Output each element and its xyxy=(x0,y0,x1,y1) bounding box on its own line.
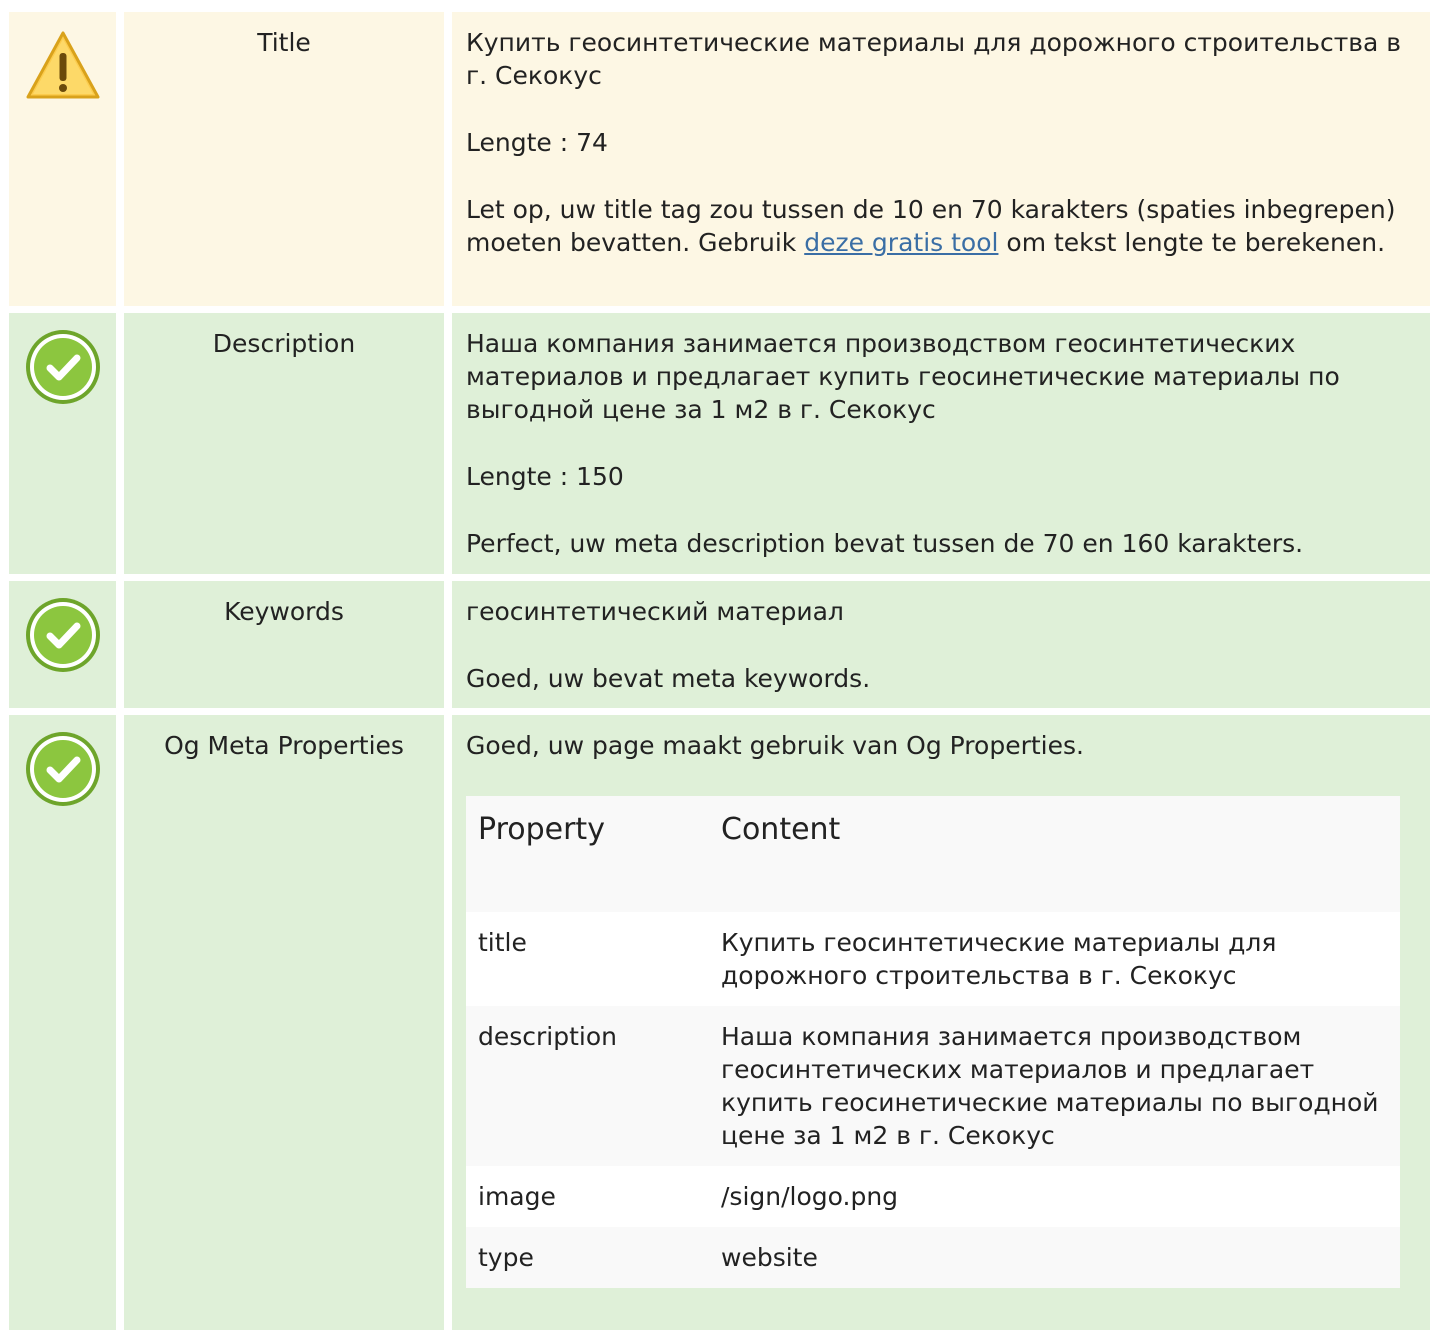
og-note: Goed, uw page maakt gebruik van Og Prope… xyxy=(466,731,1084,760)
keywords-value: геосинтетический материал xyxy=(466,597,844,626)
content-cell: Наша компания занимается производством г… xyxy=(709,1006,1400,1166)
content-cell: website xyxy=(709,1227,1400,1288)
table-row: type website xyxy=(466,1227,1400,1288)
table-row: image /sign/logo.png xyxy=(466,1166,1400,1227)
description-value: Наша компания занимается производством г… xyxy=(466,329,1340,424)
table-row: description Наша компания занимается про… xyxy=(466,1006,1400,1166)
row-label: Keywords xyxy=(124,581,444,708)
row-value: Купить геосинтетические материалы для до… xyxy=(452,12,1430,306)
title-length: Lengte : 74 xyxy=(466,128,608,157)
description-length: Lengte : 150 xyxy=(466,462,624,491)
status-cell xyxy=(9,12,116,306)
property-cell: description xyxy=(466,1006,709,1166)
row-label: Og Meta Properties xyxy=(124,715,444,1330)
property-cell: type xyxy=(466,1227,709,1288)
report-row-title: Title Купить геосинтетические материалы … xyxy=(0,12,1430,306)
warning-triangle-icon xyxy=(24,27,102,105)
title-note-text-end: om tekst lengte te berekenen. xyxy=(998,228,1386,257)
status-cell xyxy=(9,581,116,708)
check-circle-icon xyxy=(24,730,102,808)
check-circle-icon xyxy=(24,328,102,406)
row-value: Goed, uw page maakt gebruik van Og Prope… xyxy=(452,715,1430,1330)
description-note: Perfect, uw meta description bevat tusse… xyxy=(466,529,1304,558)
property-cell: image xyxy=(466,1166,709,1227)
row-label: Title xyxy=(124,12,444,306)
report-row-og-properties: Og Meta Properties Goed, uw page maakt g… xyxy=(0,715,1430,1330)
column-header-property: Property xyxy=(466,796,709,912)
report-row-keywords: Keywords геосинтетический материал Goed,… xyxy=(0,581,1430,708)
content-cell: /sign/logo.png xyxy=(709,1166,1400,1227)
property-cell: title xyxy=(466,912,709,1006)
seo-report: Title Купить геосинтетические материалы … xyxy=(0,0,1430,1330)
row-label: Description xyxy=(124,313,444,574)
check-circle-icon xyxy=(24,596,102,674)
title-value: Купить геосинтетические материалы для до… xyxy=(466,28,1402,90)
table-header-row: Property Content xyxy=(466,796,1400,912)
status-cell xyxy=(9,313,116,574)
keywords-note: Goed, uw bevat meta keywords. xyxy=(466,664,871,693)
free-tool-link[interactable]: deze gratis tool xyxy=(804,228,998,257)
column-header-content: Content xyxy=(709,796,1400,912)
status-cell xyxy=(9,715,116,1330)
table-row: title Купить геосинтетические материалы … xyxy=(466,912,1400,1006)
row-value: Наша компания занимается производством г… xyxy=(452,313,1430,574)
og-properties-table: Property Content title Купить геосинтети… xyxy=(466,796,1400,1288)
report-row-description: Description Наша компания занимается про… xyxy=(0,313,1430,574)
title-note: Let op, uw title tag zou tussen de 10 en… xyxy=(466,193,1420,259)
content-cell: Купить геосинтетические материалы для до… xyxy=(709,912,1400,1006)
row-value: геосинтетический материал Goed, uw bevat… xyxy=(452,581,1430,708)
